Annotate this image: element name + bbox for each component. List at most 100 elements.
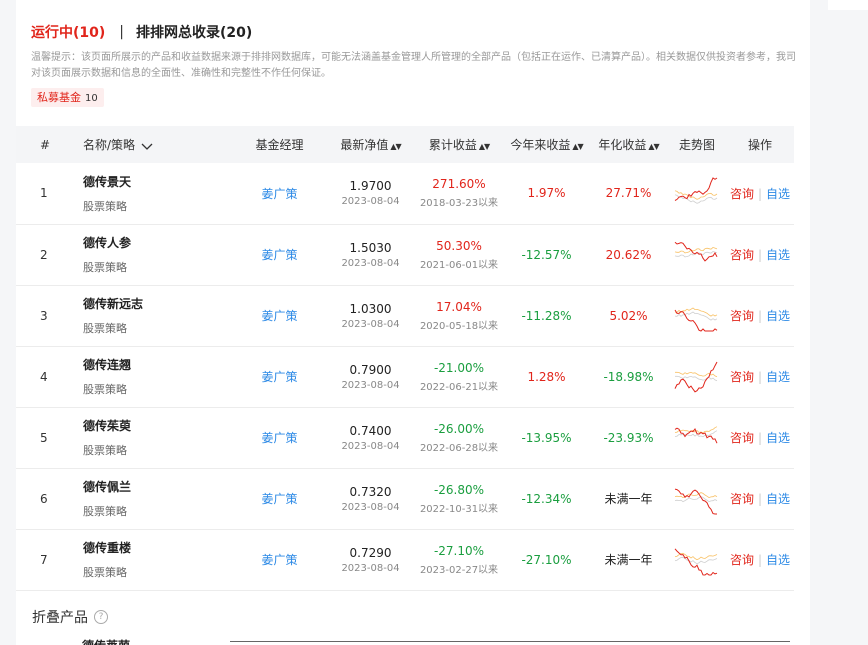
annualized-return: 27.71% — [605, 186, 652, 201]
sort-icon[interactable]: ▲▼ — [479, 142, 490, 151]
folded-first-item-partial: 德传莱菔 — [82, 637, 130, 645]
op-divider: | — [757, 553, 763, 567]
row-index: 2 — [40, 247, 48, 262]
tab-separator: | — [119, 24, 124, 40]
consult-link[interactable]: 咨询 — [730, 309, 754, 323]
table-row[interactable]: 6 德传佩兰 股票策略 姜广策 0.7320 2023-08-04 -26.80% 2022-… — [16, 468, 794, 529]
fund-name[interactable]: 德传景天 — [83, 173, 231, 190]
fund-name[interactable]: 德传茱萸 — [83, 417, 231, 434]
tag-label: 私募基金 — [37, 91, 81, 104]
divider — [230, 641, 790, 642]
row-index: 6 — [40, 491, 48, 506]
sort-icon[interactable]: ▲▼ — [648, 142, 659, 151]
sort-icon[interactable]: ▲▼ — [390, 142, 401, 151]
consult-link[interactable]: 咨询 — [730, 492, 754, 506]
fund-strategy: 股票策略 — [83, 444, 127, 457]
add-watchlist-link[interactable]: 自选 — [766, 187, 790, 201]
consult-link[interactable]: 咨询 — [730, 248, 754, 262]
col-annual-return[interactable]: 年化收益 ▲▼ — [589, 126, 668, 163]
add-watchlist-link[interactable]: 自选 — [766, 431, 790, 445]
table-row[interactable]: 5 德传茱萸 股票策略 姜广策 0.7400 2023-08-04 -26.00% 2022-… — [16, 407, 794, 468]
add-watchlist-link[interactable]: 自选 — [766, 309, 790, 323]
latest-nav: 0.7400 — [349, 423, 392, 438]
fund-manager-link[interactable]: 姜广策 — [261, 492, 297, 506]
ytd-return: -12.57% — [521, 247, 572, 262]
fund-manager-link[interactable]: 姜广策 — [261, 187, 297, 201]
add-watchlist-link[interactable]: 自选 — [766, 553, 790, 567]
question-circle-icon[interactable]: ? — [94, 610, 108, 624]
add-watchlist-link[interactable]: 自选 — [766, 492, 790, 506]
col-ops: 操作 — [747, 138, 772, 152]
fund-manager-link[interactable]: 姜广策 — [261, 431, 297, 445]
op-divider: | — [757, 492, 763, 506]
cumulative-return: -26.00% — [433, 421, 485, 436]
fund-manager-link[interactable]: 姜广策 — [261, 553, 297, 567]
cumulative-return: -27.10% — [433, 543, 485, 558]
latest-nav: 1.5030 — [349, 240, 392, 255]
col-nav[interactable]: 最新净值 ▲▼ — [327, 126, 414, 163]
consult-link[interactable]: 咨询 — [730, 187, 754, 201]
col-name-strategy[interactable]: 名称/策略 — [82, 126, 232, 163]
cumulative-return: 17.04% — [436, 299, 482, 314]
cumulative-return: -21.00% — [433, 360, 485, 375]
private-fund-tag[interactable]: 私募基金 10 — [31, 88, 104, 107]
fund-name[interactable]: 德传新远志 — [83, 295, 231, 312]
fund-manager-link[interactable]: 姜广策 — [261, 309, 297, 323]
trend-sparkline — [674, 488, 718, 514]
fund-name[interactable]: 德传重楼 — [83, 539, 231, 556]
table-row[interactable]: 3 德传新远志 股票策略 姜广策 1.0300 2023-08-04 17.04% 2020-… — [16, 285, 794, 346]
cum-since-date: 2020-05-18以来 — [419, 320, 499, 332]
fund-name[interactable]: 德传连翘 — [83, 356, 231, 373]
op-divider: | — [757, 186, 763, 201]
tag-count: 10 — [85, 93, 98, 104]
col-manager: 基金经理 — [255, 138, 304, 152]
cum-since-date: 2018-03-23以来 — [419, 198, 499, 210]
annualized-return: -18.98% — [603, 369, 654, 384]
cumulative-return: 50.30% — [436, 238, 482, 253]
fund-name[interactable]: 德传佩兰 — [83, 478, 231, 495]
latest-nav: 1.0300 — [349, 301, 392, 316]
add-watchlist-link[interactable]: 自选 — [766, 248, 790, 262]
consult-link[interactable]: 咨询 — [730, 553, 754, 567]
nav-date: 2023-08-04 — [341, 379, 400, 391]
ytd-return: -11.28% — [521, 308, 572, 323]
fund-strategy: 股票策略 — [83, 566, 127, 579]
col-trend: 走势图 — [678, 138, 715, 152]
latest-nav: 0.7290 — [349, 545, 392, 560]
ytd-return: 1.28% — [527, 369, 566, 384]
col-annual-label: 年化收益 — [598, 138, 647, 152]
disclaimer-notice: 温馨提示：该页面所展示的产品和收益数据来源于排排网数据库，可能无法涵盖基金管理人… — [31, 52, 796, 79]
fund-manager-link[interactable]: 姜广策 — [261, 370, 297, 384]
annualized-return: 5.02% — [609, 308, 648, 323]
add-watchlist-link[interactable]: 自选 — [766, 370, 790, 384]
chevron-down-icon[interactable] — [141, 143, 153, 151]
op-divider: | — [757, 309, 763, 323]
ytd-return: 1.97% — [527, 186, 566, 201]
latest-nav: 1.9700 — [349, 179, 392, 194]
table-row[interactable]: 2 德传人参 股票策略 姜广策 1.5030 2023-08-04 50.30% 2021-0… — [16, 224, 794, 285]
consult-link[interactable]: 咨询 — [730, 370, 754, 384]
row-index: 7 — [40, 552, 48, 567]
fund-name[interactable]: 德传人参 — [83, 234, 231, 251]
tab-recorded[interactable]: 排排网总收录(20) — [136, 22, 252, 42]
consult-link[interactable]: 咨询 — [730, 431, 754, 445]
nav-date: 2023-08-04 — [341, 501, 400, 513]
table-row[interactable]: 1 德传景天 股票策略 姜广策 1.9700 2023-08-04 271.60% 2018-… — [16, 163, 794, 224]
cum-since-date: 2021-06-01以来 — [419, 259, 499, 271]
table-row[interactable]: 7 德传重楼 股票策略 姜广策 0.7290 2023-08-04 -27.10% 2023-… — [16, 529, 794, 590]
table-body: 1 德传景天 股票策略 姜广策 1.9700 2023-08-04 271.60% 2018-… — [16, 163, 794, 590]
col-ytd-label: 今年来收益 — [510, 138, 571, 152]
latest-nav: 0.7900 — [349, 362, 392, 377]
folded-title: 折叠产品 — [32, 610, 88, 626]
fund-manager-link[interactable]: 姜广策 — [261, 248, 297, 262]
nav-date: 2023-08-04 — [341, 196, 400, 208]
folded-products-section[interactable]: 折叠产品 ? — [32, 607, 108, 627]
col-nav-label: 最新净值 — [340, 138, 389, 152]
sort-icon[interactable]: ▲▼ — [572, 142, 583, 151]
cumulative-return: 271.60% — [432, 177, 486, 192]
tab-running[interactable]: 运行中(10) — [31, 22, 105, 42]
col-cum-return[interactable]: 累计收益 ▲▼ — [414, 126, 504, 163]
table-row[interactable]: 4 德传连翘 股票策略 姜广策 0.7900 2023-08-04 -21.00% 2022-… — [16, 346, 794, 407]
nav-date: 2023-08-04 — [341, 318, 400, 330]
col-ytd-return[interactable]: 今年来收益 ▲▼ — [504, 126, 589, 163]
